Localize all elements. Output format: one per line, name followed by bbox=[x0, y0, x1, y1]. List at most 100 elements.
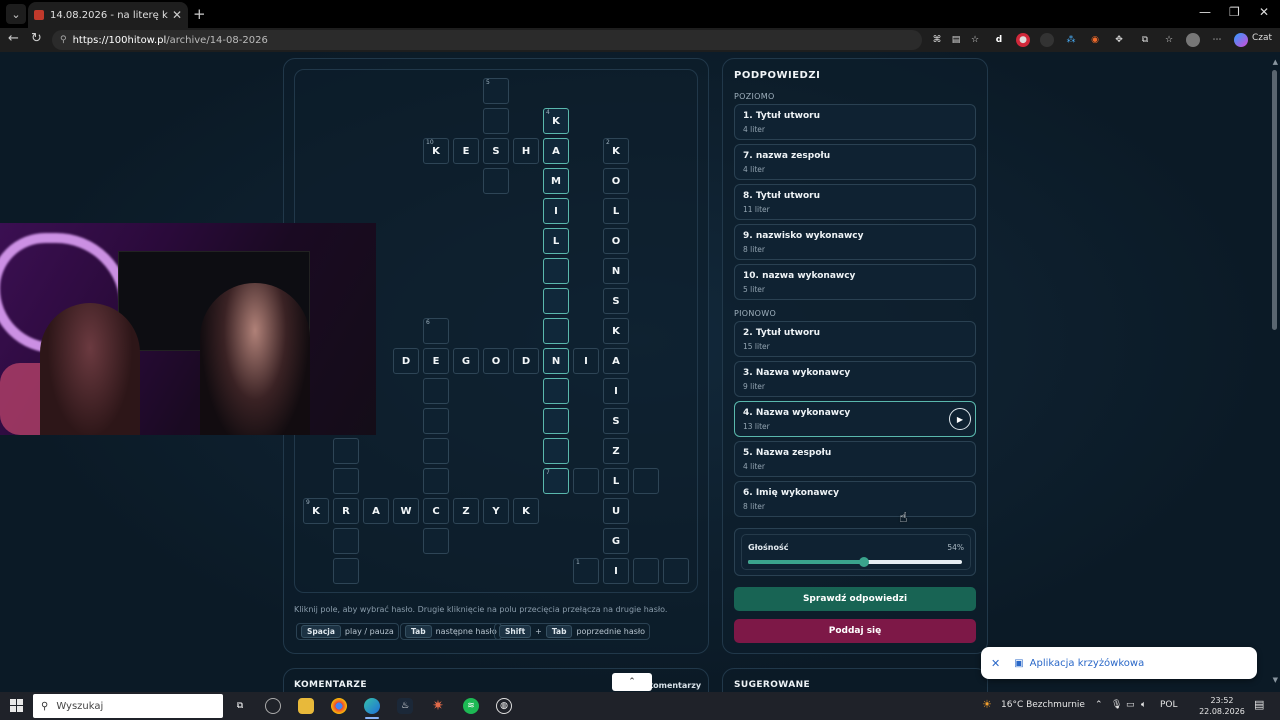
copilot-label[interactable]: Czat bbox=[1252, 33, 1272, 43]
speaker-icon[interactable]: 🔈︎ bbox=[1141, 700, 1146, 710]
favorite-star-icon[interactable]: ☆ bbox=[968, 33, 982, 47]
translate-icon[interactable]: ⌘ bbox=[930, 33, 944, 47]
volume-slider[interactable] bbox=[748, 557, 962, 567]
file-explorer-icon[interactable] bbox=[298, 698, 314, 714]
crossword-cell[interactable] bbox=[423, 408, 449, 434]
notification-center-icon[interactable]: ▤ bbox=[1254, 698, 1264, 711]
monitor-icon[interactable]: ▭ bbox=[1126, 700, 1135, 710]
crossword-cell[interactable]: O bbox=[603, 168, 629, 194]
clue-item-across[interactable]: 8. Tytuł utworu 11 liter bbox=[734, 184, 976, 220]
windows-start-icon[interactable] bbox=[10, 699, 23, 712]
crossword-cell[interactable]: I bbox=[573, 348, 599, 374]
url-field[interactable]: ⚲ https://100hitow.pl/archive/14-08-2026 bbox=[52, 30, 922, 50]
crossword-cell[interactable]: L bbox=[603, 468, 629, 494]
crossword-cell[interactable]: 7 bbox=[543, 468, 569, 494]
crossword-cell[interactable] bbox=[633, 558, 659, 584]
steam-icon[interactable]: ♨ bbox=[397, 698, 413, 714]
crossword-cell[interactable]: I bbox=[603, 378, 629, 404]
crossword-cell[interactable]: A bbox=[363, 498, 389, 524]
reload-icon[interactable]: ↻ bbox=[31, 31, 42, 46]
weather-icon[interactable]: ☀ bbox=[982, 698, 992, 711]
clue-item-down[interactable]: 5. Nazwa zespołu 4 liter bbox=[734, 441, 976, 477]
crossword-cell[interactable] bbox=[333, 528, 359, 554]
crossword-cell[interactable]: N bbox=[603, 258, 629, 284]
more-menu-icon[interactable]: ⋯ bbox=[1210, 33, 1224, 47]
tray-expand-icon[interactable]: ⌃ bbox=[1095, 700, 1103, 710]
starburst-app-icon[interactable]: ✷ bbox=[430, 698, 446, 714]
crossword-cell[interactable]: I bbox=[543, 198, 569, 224]
crossword-cell[interactable]: S bbox=[603, 288, 629, 314]
clue-item-across[interactable]: 10. nazwa wykonawcy 5 liter bbox=[734, 264, 976, 300]
crossword-cell[interactable] bbox=[543, 378, 569, 404]
crossword-cell[interactable] bbox=[663, 558, 689, 584]
crossword-cell[interactable] bbox=[483, 108, 509, 134]
crossword-cell[interactable]: E bbox=[453, 138, 479, 164]
crossword-cell[interactable] bbox=[543, 438, 569, 464]
crossword-cell[interactable]: O bbox=[603, 228, 629, 254]
crossword-cell[interactable]: O bbox=[483, 348, 509, 374]
crossword-cell[interactable]: 10 K bbox=[423, 138, 449, 164]
tab-list-icon[interactable]: ⌄ bbox=[6, 4, 26, 24]
clue-item-down[interactable]: 4. Nazwa wykonawcy 13 liter ▶ bbox=[734, 401, 976, 437]
profile-avatar-icon[interactable] bbox=[1186, 33, 1200, 47]
crossword-cell[interactable]: S bbox=[603, 408, 629, 434]
crossword-cell[interactable]: A bbox=[543, 138, 569, 164]
crossword-cell[interactable]: R bbox=[333, 498, 359, 524]
close-notification-icon[interactable]: ✕ bbox=[991, 657, 1000, 670]
crossword-cell[interactable] bbox=[333, 438, 359, 464]
obs-icon[interactable]: ◍ bbox=[496, 698, 512, 714]
crossword-cell[interactable] bbox=[543, 288, 569, 314]
clue-item-across[interactable]: 7. nazwa zespołu 4 liter bbox=[734, 144, 976, 180]
crossword-cell[interactable] bbox=[333, 468, 359, 494]
crossword-cell[interactable]: L bbox=[603, 198, 629, 224]
maximize-icon[interactable]: ❐ bbox=[1229, 5, 1240, 19]
close-tab-icon[interactable]: ✕ bbox=[172, 8, 182, 22]
crossword-cell[interactable]: Z bbox=[453, 498, 479, 524]
crossword-cell[interactable] bbox=[333, 558, 359, 584]
back-icon[interactable]: ← bbox=[8, 31, 19, 46]
collections-icon[interactable]: ☆ bbox=[1162, 33, 1176, 47]
clue-item-down[interactable]: 3. Nazwa wykonawcy 9 liter bbox=[734, 361, 976, 397]
check-answers-button[interactable]: Sprawdź odpowiedzi bbox=[734, 587, 976, 611]
crossword-cell[interactable]: 4K bbox=[543, 108, 569, 134]
crossword-cell[interactable]: K bbox=[603, 318, 629, 344]
notification-toast[interactable]: ✕ ▣ Aplikacja krzyżówkowa bbox=[981, 647, 1257, 679]
crossword-cell[interactable]: G bbox=[453, 348, 479, 374]
crossword-cell[interactable]: 2K bbox=[603, 138, 629, 164]
extension-orange-icon[interactable]: ◉ bbox=[1088, 33, 1102, 47]
scroll-down-icon[interactable]: ▼ bbox=[1273, 676, 1278, 684]
chrome-icon[interactable] bbox=[331, 698, 347, 714]
crossword-cell[interactable]: 6 bbox=[423, 318, 449, 344]
crossword-cell[interactable]: D bbox=[393, 348, 419, 374]
crossword-cell[interactable] bbox=[543, 408, 569, 434]
crossword-cell[interactable] bbox=[423, 378, 449, 404]
site-info-icon[interactable]: ⚲ bbox=[60, 35, 67, 45]
crossword-cell[interactable]: S bbox=[483, 138, 509, 164]
copilot-icon[interactable] bbox=[1234, 33, 1248, 47]
page-scrollbar[interactable] bbox=[1272, 70, 1277, 330]
language-indicator[interactable]: POL bbox=[1160, 700, 1178, 710]
crossword-cell[interactable] bbox=[423, 468, 449, 494]
crossword-cell[interactable] bbox=[483, 168, 509, 194]
crossword-cell[interactable]: W bbox=[393, 498, 419, 524]
extension-red-icon[interactable]: ● bbox=[1016, 33, 1030, 47]
crossword-cell[interactable]: U bbox=[603, 498, 629, 524]
crossword-cell[interactable]: D bbox=[513, 348, 539, 374]
give-up-button[interactable]: Poddaj się bbox=[734, 619, 976, 643]
crossword-cell[interactable] bbox=[423, 438, 449, 464]
crossword-cell[interactable]: G bbox=[603, 528, 629, 554]
crossword-cell[interactable]: H bbox=[513, 138, 539, 164]
clock[interactable]: 23:52 22.08.2026 bbox=[1198, 695, 1246, 717]
clue-item-down[interactable]: 6. Imię wykonawcy 8 liter bbox=[734, 481, 976, 517]
extension-grey-icon[interactable] bbox=[1040, 33, 1054, 47]
microphone-icon[interactable]: 🎙︎ bbox=[1111, 700, 1122, 710]
crossword-cell[interactable]: L bbox=[543, 228, 569, 254]
cortana-icon[interactable] bbox=[265, 698, 281, 714]
crossword-cell[interactable]: I bbox=[603, 558, 629, 584]
crossword-cell[interactable] bbox=[543, 258, 569, 284]
crossword-cell[interactable] bbox=[543, 318, 569, 344]
crossword-cell[interactable]: A bbox=[603, 348, 629, 374]
scroll-up-icon[interactable]: ▲ bbox=[1273, 58, 1278, 66]
volume-knob[interactable] bbox=[858, 557, 869, 567]
edge-icon[interactable] bbox=[364, 698, 380, 714]
